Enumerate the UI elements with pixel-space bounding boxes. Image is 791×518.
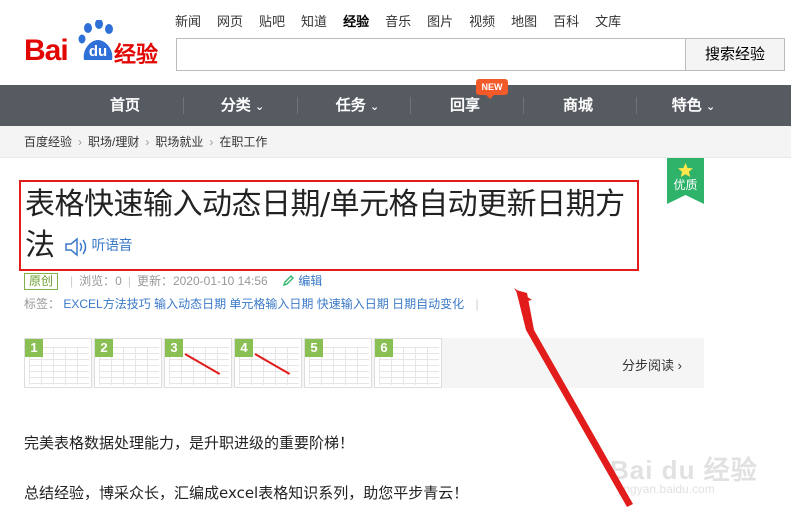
logo-bai-text: Bai bbox=[24, 34, 69, 67]
tag-item[interactable]: 输入动态日期 bbox=[154, 297, 226, 311]
nav-divider bbox=[297, 97, 298, 114]
step-number: 5 bbox=[305, 339, 323, 357]
nav-shop[interactable]: 商城 bbox=[543, 85, 613, 126]
nav-home-label: 首页 bbox=[109, 97, 140, 114]
topnav-jingyan[interactable]: 经验 bbox=[343, 12, 369, 32]
step-thumbnails: 1 2 3 4 5 6 bbox=[24, 338, 704, 388]
breadcrumb-separator: › bbox=[209, 135, 214, 149]
step-reading-link[interactable]: 分步阅读 › bbox=[622, 355, 682, 374]
tag-item[interactable]: 日期自动变化 bbox=[392, 297, 464, 311]
logo-jingyan-text: 经验 bbox=[114, 43, 159, 68]
nav-task-label: 任务 bbox=[335, 97, 366, 114]
chevron-down-icon: ⌄ bbox=[705, 101, 716, 113]
breadcrumb-separator: › bbox=[145, 135, 150, 149]
main-navigation: 首页 分类 ⌄ 任务 ⌄ 回享 商城 特色 ⌄ bbox=[0, 85, 791, 126]
step-number: 2 bbox=[95, 339, 113, 357]
nav-category-label: 分类 bbox=[220, 97, 251, 114]
nav-feature[interactable]: 特色 ⌄ bbox=[656, 85, 731, 126]
tag-list: 标签： EXCEL方法技巧 输入动态日期 单元格输入日期 快速输入日期 日期自动… bbox=[24, 297, 479, 311]
breadcrumb-item-home[interactable]: 百度经验 bbox=[24, 135, 72, 149]
topnav-zhidao[interactable]: 知道 bbox=[301, 12, 327, 32]
article-title: 表格快速输入动态日期/单元格自动更新日期方法 听语音 bbox=[25, 184, 637, 267]
edit-link[interactable]: 编辑 bbox=[282, 274, 323, 288]
step-thumbnail[interactable]: 4 bbox=[234, 338, 302, 388]
topnav-video[interactable]: 视频 bbox=[469, 12, 495, 32]
update-time: 更新：2020-01-10 14:56 bbox=[136, 274, 268, 288]
step-thumbnail[interactable]: 1 bbox=[24, 338, 92, 388]
nav-divider bbox=[523, 97, 524, 114]
nav-huixiang-label: 回享 bbox=[449, 97, 480, 114]
step-number: 6 bbox=[375, 339, 393, 357]
search-button[interactable]: 搜索经验 bbox=[685, 38, 785, 71]
topnav-tieba[interactable]: 贴吧 bbox=[259, 12, 285, 32]
speaker-icon[interactable] bbox=[64, 236, 90, 257]
topnav-web[interactable]: 网页 bbox=[217, 12, 243, 32]
topnav-baike[interactable]: 百科 bbox=[553, 12, 579, 32]
nav-home[interactable]: 首页 bbox=[90, 85, 160, 126]
new-badge: NEW bbox=[476, 79, 508, 99]
edit-label: 编辑 bbox=[298, 274, 323, 288]
nav-category[interactable]: 分类 ⌄ bbox=[205, 85, 280, 126]
quality-badge-label: 优质 bbox=[673, 178, 697, 192]
top-navigation: 新闻 网页 贴吧 知道 经验 音乐 图片 视频 地图 百科 文库 bbox=[175, 12, 637, 32]
nav-feature-label: 特色 bbox=[671, 97, 702, 114]
chevron-down-icon: ⌄ bbox=[254, 101, 265, 113]
tags-label: 标签： bbox=[24, 297, 61, 311]
step-number: 1 bbox=[25, 339, 43, 357]
step-thumbnail[interactable]: 3 bbox=[164, 338, 232, 388]
baidu-jingyan-logo[interactable]: Bai du 经验 bbox=[24, 20, 164, 70]
intro-paragraph: 总结经验，博采众长，汇编成excel表格知识系列，助您平步青云！ bbox=[24, 484, 469, 502]
quality-badge: 优质 bbox=[667, 158, 704, 204]
step-thumbnail[interactable]: 2 bbox=[94, 338, 162, 388]
logo-du-text: du bbox=[88, 43, 108, 60]
nav-divider bbox=[636, 97, 637, 114]
tag-item[interactable]: EXCEL方法技巧 bbox=[63, 297, 150, 311]
chevron-down-icon: ⌄ bbox=[369, 101, 380, 113]
pencil-icon bbox=[282, 275, 295, 287]
topnav-news[interactable]: 新闻 bbox=[175, 12, 201, 32]
step-number: 3 bbox=[165, 339, 183, 357]
header: Bai du 经验 新闻 网页 贴吧 知道 经验 音乐 图片 视频 地图 百科 … bbox=[0, 0, 791, 85]
article-meta: 原创 | 浏览：0 | 更新：2020-01-10 14:56 编辑 bbox=[24, 272, 322, 290]
baidu-jingyan-watermark: Bai du 经验 jingyan.baidu.com bbox=[598, 448, 788, 508]
nav-divider bbox=[410, 97, 411, 114]
search-input[interactable] bbox=[176, 38, 685, 71]
breadcrumb-separator: › bbox=[78, 135, 83, 149]
nav-task[interactable]: 任务 ⌄ bbox=[320, 85, 395, 126]
step-thumbnail[interactable]: 6 bbox=[374, 338, 442, 388]
breadcrumb: 百度经验 › 职场/理财 › 职场就业 › 在职工作 bbox=[0, 126, 791, 158]
tag-item[interactable]: 快速输入日期 bbox=[317, 297, 389, 311]
topnav-map[interactable]: 地图 bbox=[511, 12, 537, 32]
nav-divider bbox=[183, 97, 184, 114]
view-count: 浏览：0 bbox=[79, 274, 122, 288]
intro-paragraph: 完美表格数据处理能力，是升职进级的重要阶梯！ bbox=[24, 434, 355, 452]
step-thumbnail[interactable]: 5 bbox=[304, 338, 372, 388]
step-number: 4 bbox=[235, 339, 253, 357]
watermark-url: jingyan.baidu.com bbox=[618, 482, 715, 496]
original-badge: 原创 bbox=[24, 273, 59, 290]
topnav-wenku[interactable]: 文库 bbox=[595, 12, 621, 32]
topnav-music[interactable]: 音乐 bbox=[385, 12, 411, 32]
topnav-images[interactable]: 图片 bbox=[427, 12, 453, 32]
nav-shop-label: 商城 bbox=[562, 97, 593, 114]
breadcrumb-item-work[interactable]: 在职工作 bbox=[219, 135, 267, 149]
listen-audio-button[interactable]: 听语音 bbox=[92, 238, 133, 254]
breadcrumb-item-employment[interactable]: 职场就业 bbox=[155, 135, 203, 149]
tag-item[interactable]: 单元格输入日期 bbox=[229, 297, 313, 311]
breadcrumb-item-career[interactable]: 职场/理财 bbox=[88, 135, 139, 149]
annotation-highlight-box: 表格快速输入动态日期/单元格自动更新日期方法 听语音 bbox=[19, 180, 639, 271]
